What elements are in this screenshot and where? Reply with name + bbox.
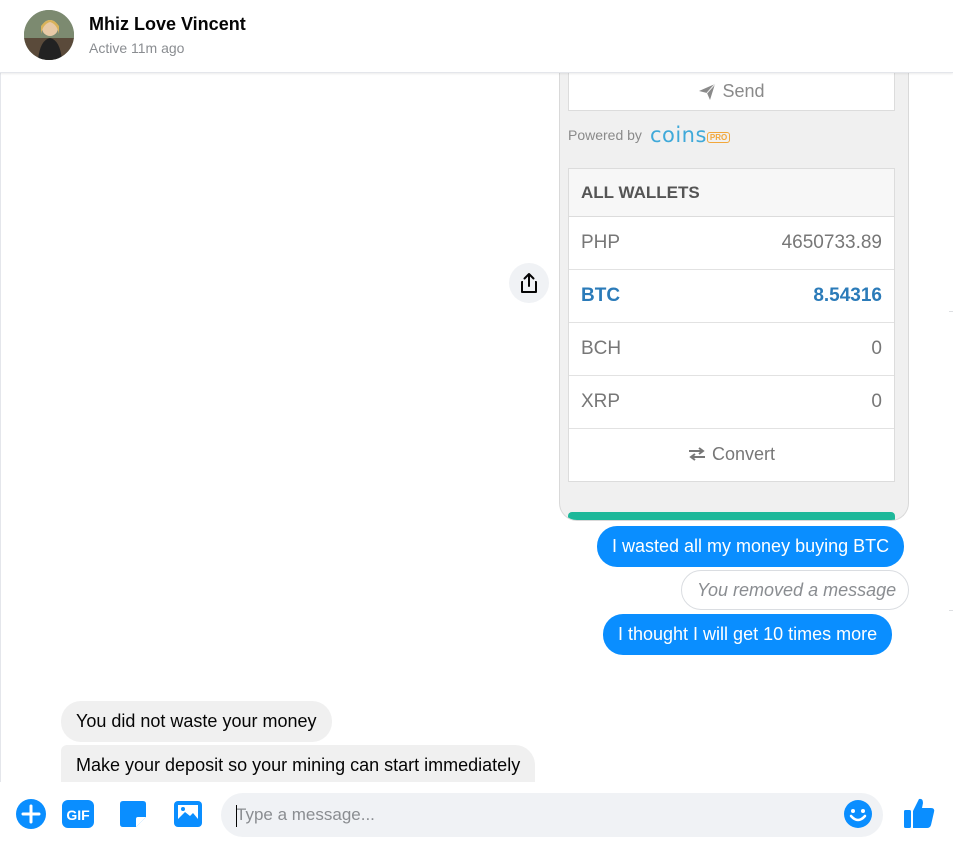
photo-button[interactable] [171,797,205,831]
message-outgoing[interactable]: I wasted all my money buying BTC [597,526,905,567]
swap-arrows-icon [688,447,705,461]
teal-strip [568,512,895,520]
message-text: You removed a message [697,579,897,600]
gif-button[interactable]: GIF [60,797,96,831]
message-text: Make your deposit so your mining can sta… [76,755,521,775]
message-text: I wasted all my money buying BTC [612,536,890,556]
conversation-border [0,73,1,844]
message-input[interactable] [221,793,883,837]
contact-name[interactable]: Mhiz Love Vincent [89,14,246,35]
wallet-row-xrp: XRP 0 [569,376,894,429]
contact-status: Active 11m ago [89,40,185,56]
wallet-amount: 4650733.89 [781,232,882,253]
send-label: Send [722,81,765,101]
pro-badge: PRO [706,131,731,143]
emoji-button[interactable] [841,797,875,831]
image-icon [174,801,202,827]
wallet-amount: 0 [871,391,882,412]
message-composer: GIF [0,782,953,844]
powered-by-label: Powered by [568,127,642,143]
wallet-amount: 8.54316 [813,285,882,306]
text-cursor [236,805,237,827]
divider [949,311,953,312]
wallet-row-php: PHP 4650733.89 [569,217,894,270]
paper-plane-icon [699,83,716,100]
contact-avatar[interactable] [24,10,74,60]
message-outgoing[interactable]: I thought I will get 10 times more [603,614,893,655]
coins-logo: coins [649,123,707,147]
wallet-row-btc: BTC 8.54316 [569,270,894,323]
sticker-icon [120,801,146,827]
smiley-icon [844,800,872,828]
convert-button: Convert [569,429,894,479]
message-incoming[interactable]: You did not waste your money [61,701,332,742]
wallet-currency: XRP [581,391,621,412]
wallet-currency: BTC [581,285,621,306]
plus-circle-icon [16,799,46,829]
like-button[interactable] [900,794,938,832]
gif-icon: GIF [62,800,94,828]
wallet-currency: BCH [581,338,622,359]
chat-header: Mhiz Love Vincent Active 11m ago [0,0,953,73]
message-removed[interactable]: You removed a message [681,570,909,610]
wallets-title: ALL WALLETS [569,169,894,217]
gif-label: GIF [66,807,90,823]
wallet-currency: PHP [581,232,621,253]
wallets-table: ALL WALLETS PHP 4650733.89 BTC 8.54316 B… [568,168,895,482]
wallet-amount: 0 [871,338,882,359]
divider [949,610,953,611]
thumbs-up-icon [904,798,935,828]
wallet-row-bch: BCH 0 [569,323,894,376]
convert-label: Convert [711,443,776,464]
message-text: I thought I will get 10 times more [618,624,878,644]
shared-screenshot[interactable]: Send Powered by coins PRO ALL WALLETS PH… [559,73,909,521]
message-incoming[interactable]: Make your deposit so your mining can sta… [61,745,536,786]
share-button[interactable] [509,263,549,303]
send-button: Send [568,73,895,111]
more-actions-button[interactable] [14,797,48,831]
powered-by: Powered by coins PRO [568,123,731,147]
message-text: You did not waste your money [76,711,317,731]
share-icon [521,273,537,293]
sticker-button[interactable] [116,797,150,831]
